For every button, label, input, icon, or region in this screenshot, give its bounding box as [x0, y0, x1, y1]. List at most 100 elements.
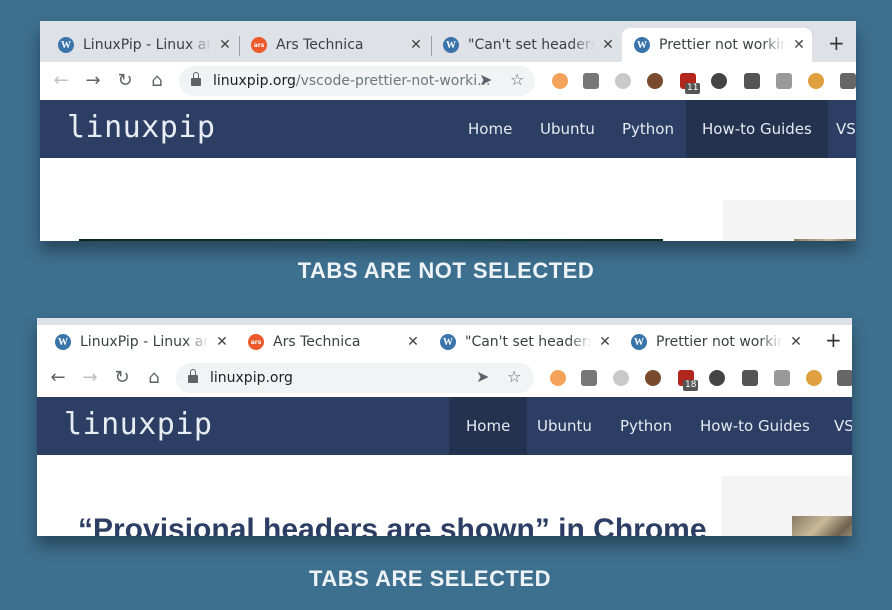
site-navbar: linuxpip Home Ubuntu Python How-to Guide…	[40, 100, 856, 158]
cookie-icon[interactable]	[806, 370, 822, 386]
tab-prettier[interactable]: W Prettier not working ✕	[619, 325, 809, 359]
wordpress-icon: W	[55, 334, 71, 350]
tab-ars-technica[interactable]: ars Ars Technica ✕	[239, 28, 429, 62]
back-icon[interactable]: ←	[50, 70, 72, 92]
extension-icon[interactable]	[552, 73, 568, 89]
menu-ubuntu[interactable]: Ubuntu	[537, 397, 592, 455]
tab-linuxpip[interactable]: W LinuxPip - Linux and ✕	[46, 28, 238, 62]
reload-icon[interactable]: ↻	[111, 367, 133, 389]
thumbnail-image[interactable]	[792, 516, 852, 536]
puzzle-icon[interactable]	[837, 370, 852, 386]
forward-icon[interactable]: →	[79, 367, 101, 389]
browser-window-unselected: W LinuxPip - Linux and ✕ ars Ars Technic…	[40, 21, 856, 241]
lock-icon	[191, 72, 201, 87]
sidebar	[723, 200, 856, 241]
tab-prettier[interactable]: W Prettier not working ✕	[622, 28, 812, 62]
browser-toolbar: ← → ↻ ⌂ linuxpip.org ➤ ☆ 18	[37, 359, 852, 397]
tab-strip: W LinuxPip - Linux and ✕ ars Ars Technic…	[37, 318, 852, 359]
site-logo[interactable]: linuxpip	[67, 110, 216, 145]
camera-icon[interactable]	[776, 73, 792, 89]
extension-badge: 18	[683, 380, 699, 391]
article-headline[interactable]: “Provisional headers are shown” in Chrom…	[78, 513, 707, 536]
extension-badge: 11	[685, 83, 701, 94]
tab-title: Ars Technica	[273, 334, 400, 350]
tab-title: "Can't set headers aft	[465, 334, 592, 350]
back-icon[interactable]: ←	[47, 367, 69, 389]
new-tab-button[interactable]: +	[825, 328, 842, 352]
page-content: “Provisional headers are shown” in Chrom…	[37, 455, 852, 536]
menu-vs[interactable]: VS	[834, 397, 852, 455]
wordpress-icon: W	[440, 334, 456, 350]
menu-home[interactable]: Home	[449, 397, 528, 455]
wordpress-icon: W	[631, 334, 647, 350]
menu-python[interactable]: Python	[620, 397, 672, 455]
menu-how-to-guides[interactable]: How-to Guides	[686, 100, 828, 158]
close-icon[interactable]: ✕	[786, 37, 812, 53]
tab-cant-set-headers[interactable]: W "Can't set headers aft ✕	[431, 28, 621, 62]
extension-icon[interactable]	[615, 73, 631, 89]
wordpress-icon: W	[443, 37, 459, 53]
site-navbar: linuxpip Home Ubuntu Python How-to Guide…	[37, 397, 852, 455]
tab-linuxpip[interactable]: W LinuxPip - Linux and ✕	[43, 325, 235, 359]
extension-icon[interactable]	[583, 73, 599, 89]
menu-how-to-guides[interactable]: How-to Guides	[700, 397, 810, 455]
extension-icon[interactable]	[613, 370, 629, 386]
extension-icon[interactable]	[709, 370, 725, 386]
extension-icon[interactable]	[742, 370, 758, 386]
wordpress-icon: W	[634, 37, 650, 53]
new-tab-button[interactable]: +	[828, 31, 845, 55]
menu-ubuntu[interactable]: Ubuntu	[540, 100, 595, 158]
site-logo[interactable]: linuxpip	[64, 407, 213, 442]
extension-icon[interactable]	[711, 73, 727, 89]
close-icon[interactable]: ✕	[400, 334, 426, 350]
send-icon[interactable]: ➤	[479, 70, 492, 89]
url-text: linuxpip.org/vscode-prettier-not-worki..…	[213, 73, 491, 89]
caption-not-selected: TABS ARE NOT SELECTED	[297, 258, 595, 283]
extension-icon[interactable]	[550, 370, 566, 386]
thumbnail-image[interactable]	[794, 239, 856, 241]
tab-title: LinuxPip - Linux and	[83, 37, 212, 53]
camera-icon[interactable]	[774, 370, 790, 386]
close-icon[interactable]: ✕	[403, 37, 429, 53]
close-icon[interactable]: ✕	[209, 334, 235, 350]
tab-title: "Can't set headers aft	[468, 37, 595, 53]
address-bar[interactable]: linuxpip.org ➤ ☆	[176, 363, 534, 393]
tab-strip: W LinuxPip - Linux and ✕ ars Ars Technic…	[40, 21, 856, 62]
tab-title: Prettier not working	[656, 334, 783, 350]
extension-icon[interactable]	[581, 370, 597, 386]
extension-icon[interactable]	[744, 73, 760, 89]
browser-window-selected: W LinuxPip - Linux and ✕ ars Ars Technic…	[37, 318, 852, 536]
extension-icon[interactable]	[647, 73, 663, 89]
home-icon[interactable]: ⌂	[146, 70, 168, 92]
close-icon[interactable]: ✕	[212, 37, 238, 53]
tab-cant-set-headers[interactable]: W "Can't set headers aft ✕	[428, 325, 618, 359]
close-icon[interactable]: ✕	[592, 334, 618, 350]
home-icon[interactable]: ⌂	[143, 367, 165, 389]
extension-icon[interactable]	[645, 370, 661, 386]
tab-ars-technica[interactable]: ars Ars Technica ✕	[236, 325, 426, 359]
close-icon[interactable]: ✕	[595, 37, 621, 53]
ars-technica-icon: ars	[248, 334, 264, 350]
browser-toolbar: ← → ↻ ⌂ linuxpip.org/vscode-prettier-not…	[40, 62, 856, 100]
page-content	[40, 158, 856, 241]
menu-vs[interactable]: VS	[836, 100, 856, 158]
lock-icon	[188, 369, 198, 384]
wordpress-icon: W	[58, 37, 74, 53]
tab-title: Prettier not working	[659, 37, 786, 53]
tab-title: LinuxPip - Linux and	[80, 334, 209, 350]
puzzle-icon[interactable]	[840, 73, 856, 89]
menu-python[interactable]: Python	[622, 100, 674, 158]
reload-icon[interactable]: ↻	[114, 70, 136, 92]
tab-strip-top	[37, 318, 852, 325]
cookie-icon[interactable]	[808, 73, 824, 89]
send-icon[interactable]: ➤	[476, 367, 489, 386]
address-bar[interactable]: linuxpip.org/vscode-prettier-not-worki..…	[179, 66, 535, 96]
star-icon[interactable]: ☆	[507, 367, 521, 386]
menu-home[interactable]: Home	[468, 100, 512, 158]
hero-image	[79, 239, 663, 241]
forward-icon[interactable]: →	[82, 70, 104, 92]
close-icon[interactable]: ✕	[783, 334, 809, 350]
url-text: linuxpip.org	[210, 370, 293, 386]
caption-selected: TABS ARE SELECTED	[309, 566, 551, 591]
star-icon[interactable]: ☆	[510, 70, 524, 89]
